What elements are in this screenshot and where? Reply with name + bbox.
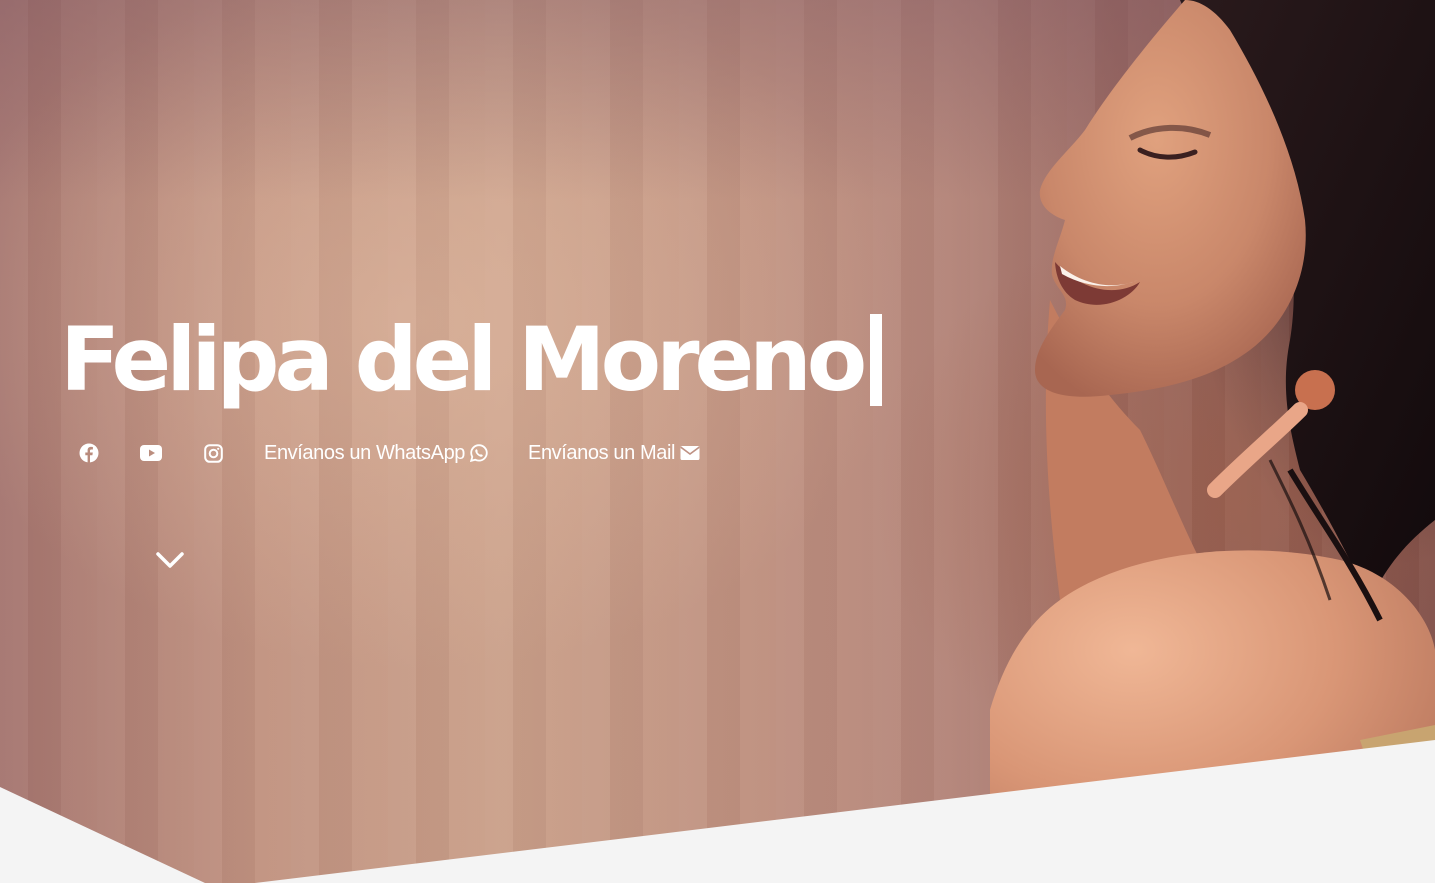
scroll-down-button[interactable] [153,548,187,572]
page-title: Felipa del Moreno [60,300,883,420]
typing-cursor [870,314,883,406]
portrait-photo [990,0,1435,883]
facebook-link[interactable] [78,442,100,464]
facebook-icon [79,443,99,463]
whatsapp-link-label: Envíanos un WhatsApp [264,441,466,464]
envelope-icon [680,446,700,460]
instagram-icon [203,443,223,463]
instagram-link[interactable] [202,442,224,464]
page-title-text: Felipa del Moreno [60,308,867,411]
youtube-icon [140,445,162,461]
chevron-down-icon [156,552,184,568]
mail-link[interactable]: Envíanos un Mail [528,442,700,465]
whatsapp-icon [470,444,488,462]
youtube-link[interactable] [140,442,162,464]
mail-link-label: Envíanos un Mail [528,441,676,464]
whatsapp-link[interactable]: Envíanos un WhatsApp [264,442,488,465]
contact-links: Envíanos un WhatsApp Envíanos un Mail [78,437,700,469]
